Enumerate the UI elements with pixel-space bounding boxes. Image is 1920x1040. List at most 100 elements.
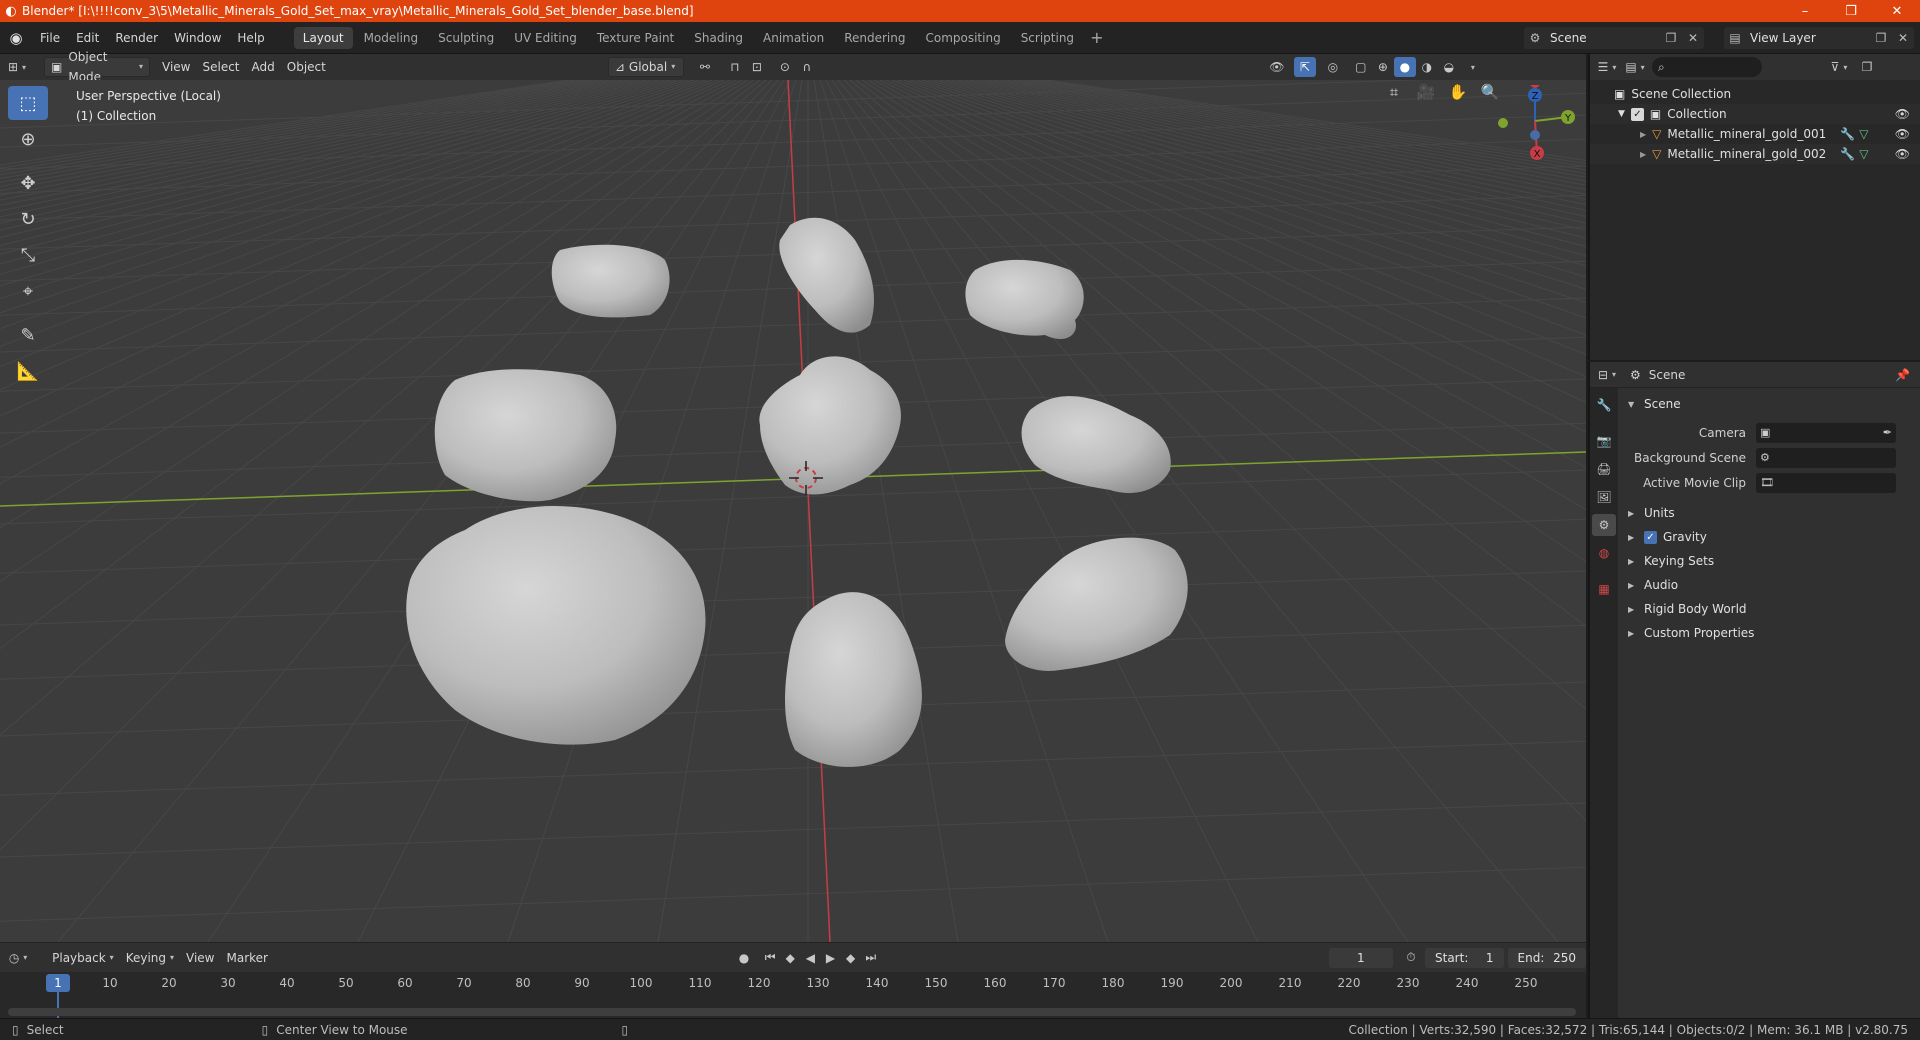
- viewport-scene[interactable]: [0, 80, 1586, 942]
- end-frame-field[interactable]: End: 250: [1507, 947, 1587, 968]
- visibility-icon[interactable]: 👁: [1266, 57, 1288, 77]
- units-panel-header[interactable]: ▶ Units: [1620, 501, 1920, 525]
- start-frame-field[interactable]: Start: 1: [1425, 947, 1504, 968]
- playhead-frame-marker[interactable]: 1: [46, 974, 70, 992]
- gold-mineral-rock-9[interactable]: [1005, 537, 1188, 671]
- gold-mineral-rock-4[interactable]: [434, 369, 617, 502]
- timeline-scrollbar[interactable]: [8, 1008, 1576, 1016]
- modifier-wrench-icon[interactable]: 🔧: [1840, 127, 1855, 141]
- tab-shading[interactable]: Shading: [685, 27, 752, 49]
- shading-rendered-icon[interactable]: ◒: [1438, 57, 1460, 77]
- tab-scripting[interactable]: Scripting: [1012, 27, 1083, 49]
- modifier-wrench-icon[interactable]: 🔧: [1840, 147, 1855, 161]
- shading-solid-icon[interactable]: ●: [1393, 57, 1416, 77]
- timeline-body[interactable]: 10 20 30 40 50 60 70 80 90 100 110 120 130 140 150 160 1…: [0, 972, 1586, 1022]
- eye-icon[interactable]: 👁: [1895, 127, 1910, 141]
- timeline-editor-icon[interactable]: ◷ ▾: [8, 948, 28, 968]
- object-menu[interactable]: Object: [281, 57, 332, 77]
- menu-window[interactable]: Window: [166, 27, 229, 49]
- playback-menu[interactable]: Playback ▾: [46, 948, 120, 968]
- outliner-editor-icon[interactable]: ☰ ▾: [1596, 57, 1618, 77]
- menu-file[interactable]: File: [32, 27, 68, 49]
- move-tool-icon[interactable]: ✥: [8, 166, 48, 200]
- gizmo-toggle-icon[interactable]: ⇱: [1293, 57, 1316, 77]
- select-box-tool-icon[interactable]: ⬚: [8, 86, 48, 120]
- tab-animation[interactable]: Animation: [754, 27, 833, 49]
- search-icon[interactable]: ⌕: [1652, 57, 1762, 77]
- tab-modeling[interactable]: Modeling: [355, 27, 428, 49]
- eyedropper-icon[interactable]: ✒: [1883, 426, 1892, 439]
- pin-icon[interactable]: 📌: [1895, 368, 1910, 382]
- new-scene-icon[interactable]: ❐: [1660, 31, 1682, 45]
- play-icon[interactable]: ▶: [820, 948, 840, 968]
- tab-texture-paint[interactable]: Texture Paint: [588, 27, 683, 49]
- expand-arrow-icon[interactable]: ▶: [1640, 130, 1646, 139]
- scene-tab-icon[interactable]: ⚙: [1592, 514, 1616, 536]
- gravity-checkbox[interactable]: ✓: [1644, 530, 1657, 544]
- texture-tab-icon[interactable]: ▦: [1592, 578, 1616, 600]
- next-keyframe-icon[interactable]: ◆: [841, 948, 861, 968]
- keying-sets-panel-header[interactable]: ▶ Keying Sets: [1620, 549, 1920, 573]
- new-collection-icon[interactable]: ❐: [1856, 57, 1878, 77]
- scene-panel-header[interactable]: ▼ Scene: [1620, 392, 1920, 416]
- view-layer-selector[interactable]: ▤ View Layer ❐ ✕: [1724, 27, 1914, 49]
- gold-mineral-rock-2[interactable]: [779, 217, 875, 333]
- stopwatch-icon[interactable]: ⏱: [1401, 948, 1421, 968]
- rotate-tool-icon[interactable]: ↻: [8, 202, 48, 236]
- mode-dropdown[interactable]: ▣ Object Mode ▾: [44, 50, 150, 84]
- gold-mineral-rock-3[interactable]: [965, 259, 1084, 340]
- toggle-view-grid-icon[interactable]: ⌗: [1380, 80, 1408, 106]
- collection-checkbox[interactable]: ✓: [1630, 107, 1644, 121]
- mesh-data-icon[interactable]: ▽: [1859, 127, 1868, 141]
- properties-editor-icon[interactable]: ⊟ ▾: [1596, 365, 1618, 385]
- axis-orientation-gizmo[interactable]: Z Y X: [1490, 85, 1580, 165]
- gold-mineral-rock-8[interactable]: [785, 592, 922, 767]
- delete-scene-icon[interactable]: ✕: [1682, 31, 1704, 45]
- 3d-viewport[interactable]: User Perspective (Local) (1) Collection …: [0, 80, 1586, 942]
- annotate-tool-icon[interactable]: ✎: [8, 318, 48, 352]
- snap-icon[interactable]: ⊓: [724, 57, 746, 77]
- rigid-body-world-panel-header[interactable]: ▶ Rigid Body World: [1620, 597, 1920, 621]
- outliner-row-scene-collection[interactable]: ▣ Scene Collection: [1590, 84, 1920, 104]
- output-tab-icon[interactable]: 🖨: [1592, 458, 1616, 480]
- custom-properties-panel-header[interactable]: ▶ Custom Properties: [1620, 621, 1920, 645]
- view-menu[interactable]: View: [156, 57, 196, 77]
- editor-type-icon[interactable]: ⊞ ▾: [6, 57, 28, 77]
- transform-tool-icon[interactable]: ⌖: [8, 274, 48, 308]
- scene-name[interactable]: Scene: [1546, 31, 1660, 45]
- view-layer-name[interactable]: View Layer: [1746, 31, 1870, 45]
- render-tab-icon[interactable]: 📷: [1592, 430, 1616, 452]
- gold-mineral-rock-1[interactable]: [551, 244, 670, 318]
- overlay-icon[interactable]: ◎: [1322, 57, 1344, 77]
- camera-view-icon[interactable]: 🎥: [1412, 80, 1440, 106]
- background-scene-field[interactable]: ⚙: [1756, 447, 1896, 468]
- current-frame-field[interactable]: 1: [1328, 947, 1393, 968]
- menu-render[interactable]: Render: [107, 27, 166, 49]
- shading-material-icon[interactable]: ◑: [1416, 57, 1438, 77]
- maximize-button[interactable]: ❐: [1828, 0, 1874, 22]
- minimize-button[interactable]: –: [1782, 0, 1828, 22]
- display-mode-icon[interactable]: ▤ ▾: [1624, 57, 1646, 77]
- new-view-layer-icon[interactable]: ❐: [1870, 31, 1892, 45]
- menu-help[interactable]: Help: [229, 27, 272, 49]
- prev-keyframe-icon[interactable]: ◆: [780, 948, 800, 968]
- play-reverse-icon[interactable]: ◀: [800, 948, 820, 968]
- outliner-row-collection[interactable]: ▼ ✓ ▣ Collection 👁: [1590, 104, 1920, 124]
- delete-view-layer-icon[interactable]: ✕: [1892, 31, 1914, 45]
- scene-selector[interactable]: ⚙ Scene ❐ ✕: [1524, 27, 1704, 49]
- shading-wireframe-icon[interactable]: ⊕: [1372, 57, 1394, 77]
- keying-menu[interactable]: Keying ▾: [120, 948, 180, 968]
- outliner-row-object[interactable]: ▶ ▽ Metallic_mineral_gold_002 🔧 ▽ 👁: [1590, 144, 1920, 164]
- cursor-tool-icon[interactable]: ⊕: [8, 122, 48, 156]
- camera-field[interactable]: ▣ ✒: [1756, 422, 1896, 443]
- world-tab-icon[interactable]: ◍: [1592, 542, 1616, 564]
- transform-orientation-dropdown[interactable]: ⊿ Global ▾: [607, 57, 684, 77]
- xray-icon[interactable]: ▢: [1350, 57, 1372, 77]
- tab-rendering[interactable]: Rendering: [835, 27, 914, 49]
- jump-start-icon[interactable]: ⏮: [760, 948, 780, 968]
- pivot-point-icon[interactable]: ⚯: [694, 57, 716, 77]
- tab-layout[interactable]: Layout: [293, 26, 353, 49]
- pan-hand-icon[interactable]: ✋: [1444, 80, 1472, 106]
- proportional-editing-icon[interactable]: ⊙: [774, 57, 796, 77]
- gold-mineral-rock-6[interactable]: [1021, 396, 1171, 494]
